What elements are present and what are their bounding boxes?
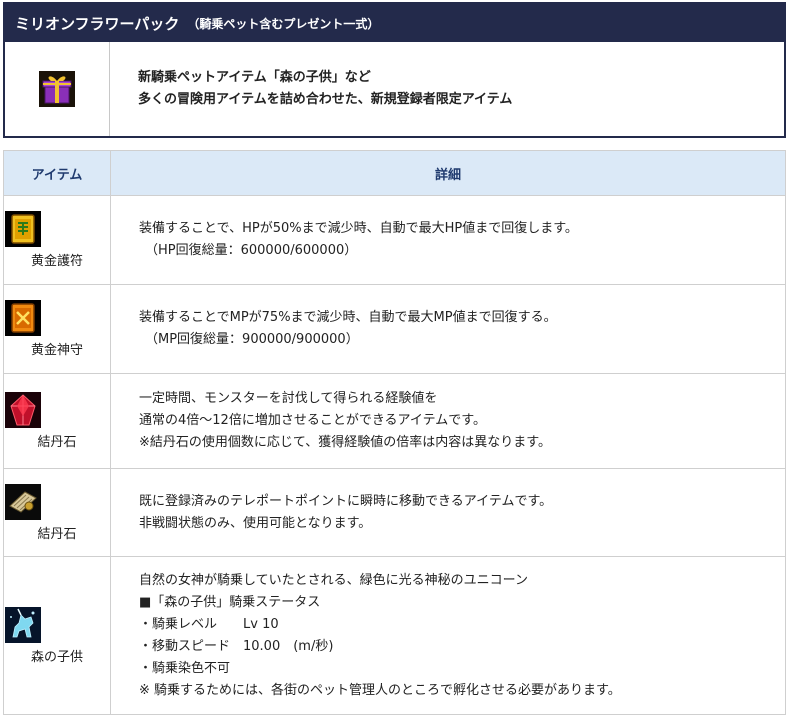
item-detail-cell: 既に登録済みのテレポートポイントに瞬時に移動できるアイテムです。 非戦闘状態のみ…: [110, 468, 786, 557]
item-name: 黄金護符: [30, 254, 83, 269]
detail-column-header: 詳細: [110, 150, 786, 196]
item-name-cell: 黄金神守: [3, 284, 111, 374]
item-column-header: アイテム: [3, 150, 111, 196]
detail-line: ・移動スピード 10.00 (m/秒): [139, 638, 334, 654]
detail-line: ■「森の子供」騎乗ステータス: [139, 594, 321, 610]
table-row: 森の子供 自然の女神が騎乗していたとされる、緑色に光る神秘のユニコーン ■「森の…: [3, 556, 786, 715]
detail-line: ・騎乗レベル Lv 10: [139, 616, 279, 632]
package-description-line: 多くの冒険用アイテムを詰め合わせた、新規登録者限定アイテム: [138, 92, 513, 107]
item-name-cell: 結丹石: [3, 373, 111, 469]
golden-talisman-icon: [5, 211, 109, 247]
item-name-cell: 黄金護符: [3, 195, 111, 285]
detail-line: （MP回復総量：900000/900000）: [145, 332, 359, 347]
detail-line: ・騎乗染色不可: [139, 660, 231, 676]
table-header-row: アイテム 詳細: [3, 150, 786, 196]
item-table: アイテム 詳細 黄金護符 装備することで、HPが50%まで減少時、自動で最大HP…: [3, 150, 786, 715]
item-name-cell: 結丹石: [3, 468, 111, 557]
detail-line: ※結丹石の使用個数に応じて、獲得経験値の倍率は内容は異なります。: [139, 435, 551, 450]
item-name: 結丹石: [37, 435, 77, 450]
detail-line: 通常の4倍～12倍に増加させることができるアイテムです。: [139, 413, 486, 428]
item-name: 森の子供: [30, 649, 83, 665]
gift-box-icon: [39, 71, 75, 107]
item-name-cell: 森の子供: [3, 556, 111, 715]
package-description: 新騎乗ペットアイテム「森の子供」など 多くの冒険用アイテムを詰め合わせた、新規登…: [110, 42, 512, 136]
item-detail-cell: 装備することで、HPが50%まで減少時、自動で最大HP値まで回復します。 （HP…: [110, 195, 786, 285]
unicorn-icon: [5, 606, 109, 643]
item-name: 黄金神守: [30, 343, 83, 358]
detail-line: 既に登録済みのテレポートポイントに瞬時に移動できるアイテムです。: [139, 493, 553, 509]
package-header: ミリオンフラワーパック （騎乗ペット含むプレゼント一式）: [5, 4, 784, 42]
red-crystal-icon: [5, 392, 109, 428]
detail-line: 非戦闘状態のみ、使用可能となります。: [139, 515, 372, 531]
package-title: ミリオンフラワーパック: [15, 14, 180, 33]
package-body: 新騎乗ペットアイテム「森の子供」など 多くの冒険用アイテムを詰め合わせた、新規登…: [5, 42, 784, 136]
package-icon-cell: [5, 42, 110, 136]
detail-line: ※ 騎乗するためには、各街のペット管理人のところで孵化させる必要があります。: [139, 682, 621, 698]
item-detail-cell: 装備することでMPが75%まで減少時、自動で最大MP値まで回復する。 （MP回復…: [110, 284, 786, 374]
detail-line: （HP回復総量：600000/600000）: [145, 243, 358, 258]
item-name: 結丹石: [37, 526, 77, 542]
detail-line: 一定時間、モンスターを討伐して得られる経験値を: [139, 391, 438, 406]
detail-line: 自然の女神が騎乗していたとされる、緑色に光る神秘のユニコーン: [139, 572, 528, 588]
package-box: ミリオンフラワーパック （騎乗ペット含むプレゼント一式） 新騎乗ペットアイテム「…: [3, 2, 786, 138]
table-row: 黄金護符 装備することで、HPが50%まで減少時、自動で最大HP値まで回復します…: [3, 195, 786, 285]
table-row: 黄金神守 装備することでMPが75%まで減少時、自動で最大MP値まで回復する。 …: [3, 284, 786, 374]
teleport-scroll-icon: [5, 483, 109, 520]
package-description-line: 新騎乗ペットアイテム「森の子供」など: [138, 70, 371, 85]
golden-guardian-icon: [5, 300, 109, 336]
table-row: 結丹石 既に登録済みのテレポートポイントに瞬時に移動できるアイテムです。 非戦闘…: [3, 468, 786, 557]
package-subtitle: （騎乗ペット含むプレゼント一式）: [187, 16, 380, 31]
item-detail-cell: 一定時間、モンスターを討伐して得られる経験値を 通常の4倍～12倍に増加させるこ…: [110, 373, 786, 469]
table-row: 結丹石 一定時間、モンスターを討伐して得られる経験値を 通常の4倍～12倍に増加…: [3, 373, 786, 469]
item-detail-cell: 自然の女神が騎乗していたとされる、緑色に光る神秘のユニコーン ■「森の子供」騎乗…: [110, 556, 786, 715]
detail-line: 装備することで、HPが50%まで減少時、自動で最大HP値まで回復します。: [139, 221, 578, 236]
detail-line: 装備することでMPが75%まで減少時、自動で最大MP値まで回復する。: [139, 310, 557, 325]
